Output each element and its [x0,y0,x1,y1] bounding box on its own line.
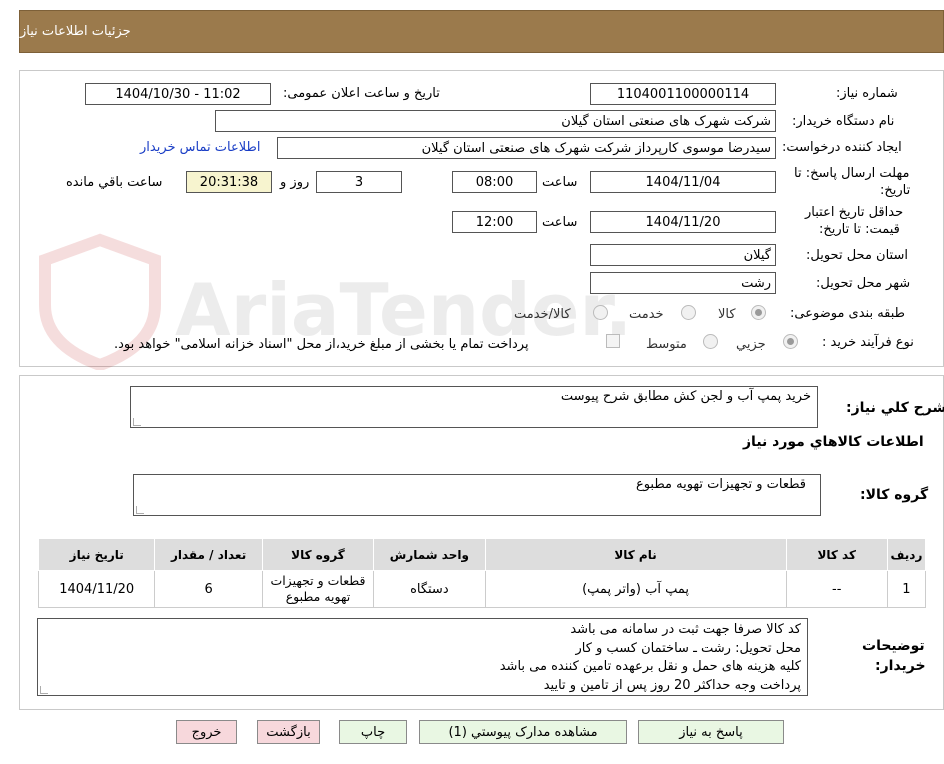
deadline-time-field: 08:00 [452,171,537,193]
category-label: طبقه بندی موضوعی: [790,306,906,321]
category-goods-label: کالا [718,307,736,322]
deadline-date-field: 1404/11/04 [590,171,776,193]
process-small-radio[interactable] [783,334,798,349]
validity-label: حداقل تاریخ اعتبار [805,205,904,220]
city-label: شهر محل تحویل: [816,276,911,291]
city-field: رشت [590,272,776,294]
remaining-label: ساعت باقي مانده [66,175,163,190]
table-header-row: ردیف کد کالا نام کالا واحد شمارش گروه کا… [37,538,927,571]
summary-textarea: خرید پمپ آب و لجن کش مطابق شرح پیوست [130,386,818,428]
announce-label: تاریخ و ساعت اعلان عمومی: [283,86,440,101]
cell-unit: دستگاه [373,570,486,608]
payment-note: پرداخت تمام یا بخشی از مبلغ خرید،از محل … [114,337,529,352]
goods-info-title: اطلاعات کالاهاي مورد نیاز [743,434,924,450]
page-header: جزئیات اطلاعات نیاز [19,10,944,53]
print-button[interactable]: چاپ [339,720,407,744]
category-both-radio[interactable] [593,305,608,320]
buyer-org-label: نام دستگاه خریدار: [792,114,895,129]
process-medium-radio[interactable] [703,334,718,349]
notes-textarea: کد کالا صرفا جهت ثبت در سامانه می باشد م… [37,618,808,696]
cell-date: 1404/11/20 [37,570,156,608]
goods-group-textarea: قطعات و تجهیزات تهویه مطبوع [133,474,821,516]
col-date: تاریخ نیاز [37,538,156,571]
notes-line: کد کالا صرفا جهت ثبت در سامانه می باشد [570,622,801,637]
notes-line: محل تحویل: رشت ـ ساختمان کسب و کار [575,640,801,656]
col-group: گروه کالا [261,538,375,571]
goods-group-label: گروه کالا: [860,487,929,503]
col-unit: واحد شمارش [373,538,486,571]
category-service-radio[interactable] [681,305,696,320]
table-row: 1 -- پمپ آب (واتر پمپ) دستگاه قطعات و تج… [37,570,927,608]
deadline-time-label: ساعت [542,175,578,190]
category-both-label: کالا/خدمت [514,307,571,322]
need-number-label: شماره نیاز: [836,86,898,101]
requester-field: سیدرضا موسوی کارپرداز شرکت شهرک های صنعت… [277,137,776,159]
notes-line: کلیه هزینه های حمل و نقل برعهده تامین کن… [499,659,801,674]
need-number-field: 1104001100000114 [590,83,776,105]
process-label: نوع فرآیند خرید : [822,335,914,350]
summary-label: شرح کلي نیاز: [846,400,944,416]
process-small-label: جزیي [736,337,766,352]
goods-group-text: قطعات و تجهیزات تهویه مطبوع [635,477,806,492]
cell-group: قطعات و تجهیزات تهویه مطبوع [261,570,375,608]
days-field: 3 [316,171,402,193]
cell-qty: 6 [154,570,263,608]
resize-handle-icon[interactable] [133,418,141,426]
summary-text: خرید پمپ آب و لجن کش مطابق شرح پیوست [560,389,811,404]
notes-line: پرداخت وجه حداکثر 20 روز پس از تامین و ت… [543,677,801,693]
page-title: جزئیات اطلاعات نیاز [20,24,131,39]
col-code: کد کالا [785,538,888,571]
process-medium-label: متوسط [646,337,687,352]
cell-code: -- [785,570,888,608]
notes-label: توضیحات [862,638,925,654]
back-button[interactable]: بازگشت [257,720,320,744]
province-field: گیلان [590,244,776,266]
remaining-time-field: 20:31:38 [186,171,272,193]
deadline-label: مهلت ارسال پاسخ: تا [794,166,910,181]
province-label: استان محل تحویل: [806,248,908,263]
exit-button[interactable]: خروج [176,720,237,744]
col-qty: تعداد / مقدار [154,538,263,571]
deadline-label-2: تاریخ: [880,183,911,198]
resize-handle-icon[interactable] [40,686,48,694]
requester-label: ایجاد کننده درخواست: [782,140,902,155]
buyer-contact-link[interactable]: اطلاعات تماس خریدار [140,140,260,155]
validity-time-field: 12:00 [452,211,537,233]
col-name: نام کالا [484,538,787,571]
category-goods-radio[interactable] [751,305,766,320]
announce-field: 1404/10/30 - 11:02 [85,83,271,105]
cell-name: پمپ آب (واتر پمپ) [484,570,787,608]
items-table: ردیف کد کالا نام کالا واحد شمارش گروه کا… [37,538,927,608]
buyer-org-field: شرکت شهرک های صنعتی استان گیلان [215,110,776,132]
reply-button[interactable]: پاسخ به نیاز [638,720,784,744]
days-label: روز و [280,175,310,190]
attachments-button[interactable]: مشاهده مدارک پیوستي (1) [419,720,627,744]
category-service-label: خدمت [629,307,664,322]
notes-label-2: خریدار: [875,658,926,674]
treasury-checkbox[interactable] [606,334,620,348]
validity-date-field: 1404/11/20 [590,211,776,233]
validity-time-label: ساعت [542,215,578,230]
col-row: ردیف [886,538,927,571]
resize-handle-icon[interactable] [136,506,144,514]
validity-label-2: قیمت: تا تاریخ: [819,222,900,237]
cell-row: 1 [886,570,927,608]
